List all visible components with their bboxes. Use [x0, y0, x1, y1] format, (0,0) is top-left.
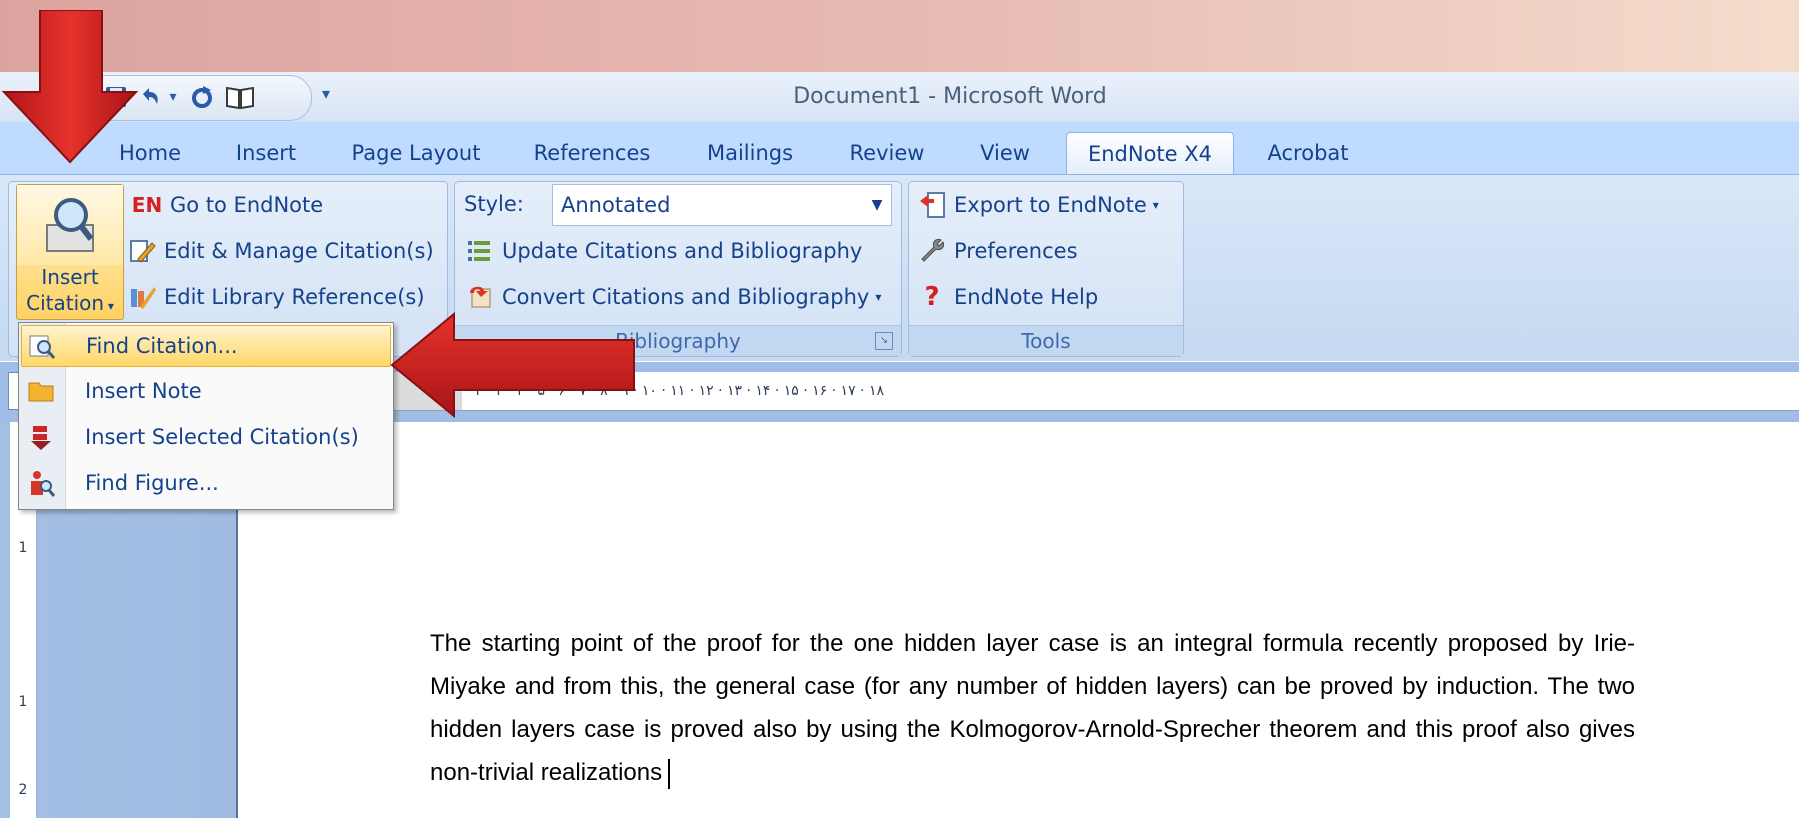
edit-library-label: Edit Library Reference(s)	[164, 285, 425, 309]
red-arrow-left-icon	[390, 312, 635, 418]
wrench-icon	[918, 237, 946, 265]
style-select[interactable]: Annotated ▼	[552, 184, 892, 226]
menu-item-label: Find Figure...	[85, 471, 219, 495]
tab-mailings[interactable]: Mailings	[700, 132, 800, 174]
edit-library-icon	[128, 283, 156, 311]
find-citation-icon	[28, 332, 56, 360]
tab-page-layout[interactable]: Page Layout	[348, 132, 484, 174]
window-title: Document1 - Microsoft Word	[793, 84, 1107, 109]
convert-citations-button[interactable]: Convert Citations and Bibliography ▾	[466, 278, 881, 316]
preferences-label: Preferences	[954, 239, 1078, 263]
dialog-launcher-icon[interactable]: ↘	[875, 332, 893, 350]
edit-manage-citations-button[interactable]: Edit & Manage Citation(s)	[128, 232, 434, 270]
insert-citation-menu: Find Citation... Insert Note Insert Sele…	[18, 322, 394, 510]
insert-selected-citation-icon	[27, 423, 55, 451]
update-citations-button[interactable]: Update Citations and Bibliography	[466, 232, 862, 270]
go-to-endnote-button[interactable]: EN Go to EndNote	[128, 186, 323, 224]
print-preview-icon[interactable]	[223, 79, 257, 115]
export-icon	[918, 191, 946, 219]
export-label: Export to EndNote	[954, 193, 1147, 217]
menu-item-insert-note[interactable]: Insert Note	[21, 371, 389, 411]
export-to-endnote-button[interactable]: Export to EndNote ▾	[918, 186, 1159, 224]
insert-citation-label: Citation	[26, 291, 105, 315]
right-indent-marker[interactable]	[1622, 380, 1640, 396]
endnote-help-button[interactable]: ? EndNote Help	[918, 278, 1098, 316]
text-cursor	[668, 758, 671, 789]
menu-item-label: Find Citation...	[86, 334, 238, 358]
endnote-help-label: EndNote Help	[954, 285, 1099, 309]
chevron-down-icon: ▾	[875, 290, 882, 304]
vertical-ruler-tick: 1	[18, 540, 28, 556]
undo-dropdown-icon[interactable]: ▾	[165, 79, 181, 115]
tab-review[interactable]: Review	[842, 132, 932, 174]
redo-icon[interactable]	[187, 79, 217, 115]
menu-item-insert-selected-citations[interactable]: Insert Selected Citation(s)	[21, 417, 389, 457]
top-banner	[0, 0, 1799, 72]
document-body[interactable]: The starting point of the proof for the …	[430, 622, 1635, 794]
preferences-button[interactable]: Preferences	[918, 232, 1078, 270]
go-to-endnote-label: Go to EndNote	[170, 193, 324, 217]
edit-library-reference-button[interactable]: Edit Library Reference(s)	[128, 278, 425, 316]
update-citations-icon	[466, 237, 494, 265]
insert-note-icon	[27, 377, 55, 405]
chevron-down-icon[interactable]: ▼	[863, 185, 891, 225]
customize-qat-icon[interactable]: ▾	[322, 84, 342, 112]
tab-acrobat[interactable]: Acrobat	[1256, 132, 1360, 174]
chevron-down-icon: ▾	[104, 299, 114, 313]
insert-citation-label-line1: Insert	[41, 265, 99, 289]
document-paragraph: The starting point of the proof for the …	[430, 630, 1635, 786]
insert-citation-label-line2: Citation ▾	[17, 291, 123, 315]
style-label: Style:	[464, 192, 524, 216]
tools-group-label: Tools	[909, 325, 1183, 356]
insert-citation-button[interactable]: Insert Citation ▾	[16, 184, 124, 320]
red-arrow-down-icon	[1, 10, 139, 164]
tab-view[interactable]: View	[970, 132, 1040, 174]
edit-document-icon	[128, 237, 156, 265]
tab-endnote-x4[interactable]: EndNote X4	[1066, 132, 1234, 175]
tab-references[interactable]: References	[526, 132, 658, 174]
help-icon: ?	[924, 282, 940, 312]
chevron-down-icon: ▾	[1152, 198, 1159, 212]
find-figure-icon	[27, 469, 56, 497]
update-citations-label: Update Citations and Bibliography	[502, 239, 863, 263]
tab-insert[interactable]: Insert	[224, 132, 308, 174]
menu-item-find-figure[interactable]: Find Figure...	[21, 463, 389, 503]
menu-item-find-citation[interactable]: Find Citation...	[21, 325, 391, 367]
convert-citations-icon	[466, 283, 494, 311]
menu-item-label: Insert Selected Citation(s)	[85, 425, 359, 449]
vertical-ruler-tick: 2	[18, 782, 28, 798]
edit-manage-label: Edit & Manage Citation(s)	[164, 239, 434, 263]
ribbon-tabs: Home Insert Page Layout References Maili…	[0, 122, 1799, 175]
style-value: Annotated	[561, 193, 671, 217]
magnifier-icon	[41, 195, 99, 257]
menu-item-label: Insert Note	[85, 379, 202, 403]
endnote-logo-icon: EN	[131, 193, 163, 217]
insert-citation-top[interactable]	[17, 185, 123, 265]
convert-citations-label: Convert Citations and Bibliography	[502, 285, 870, 309]
vertical-ruler-tick: 1	[18, 694, 28, 710]
